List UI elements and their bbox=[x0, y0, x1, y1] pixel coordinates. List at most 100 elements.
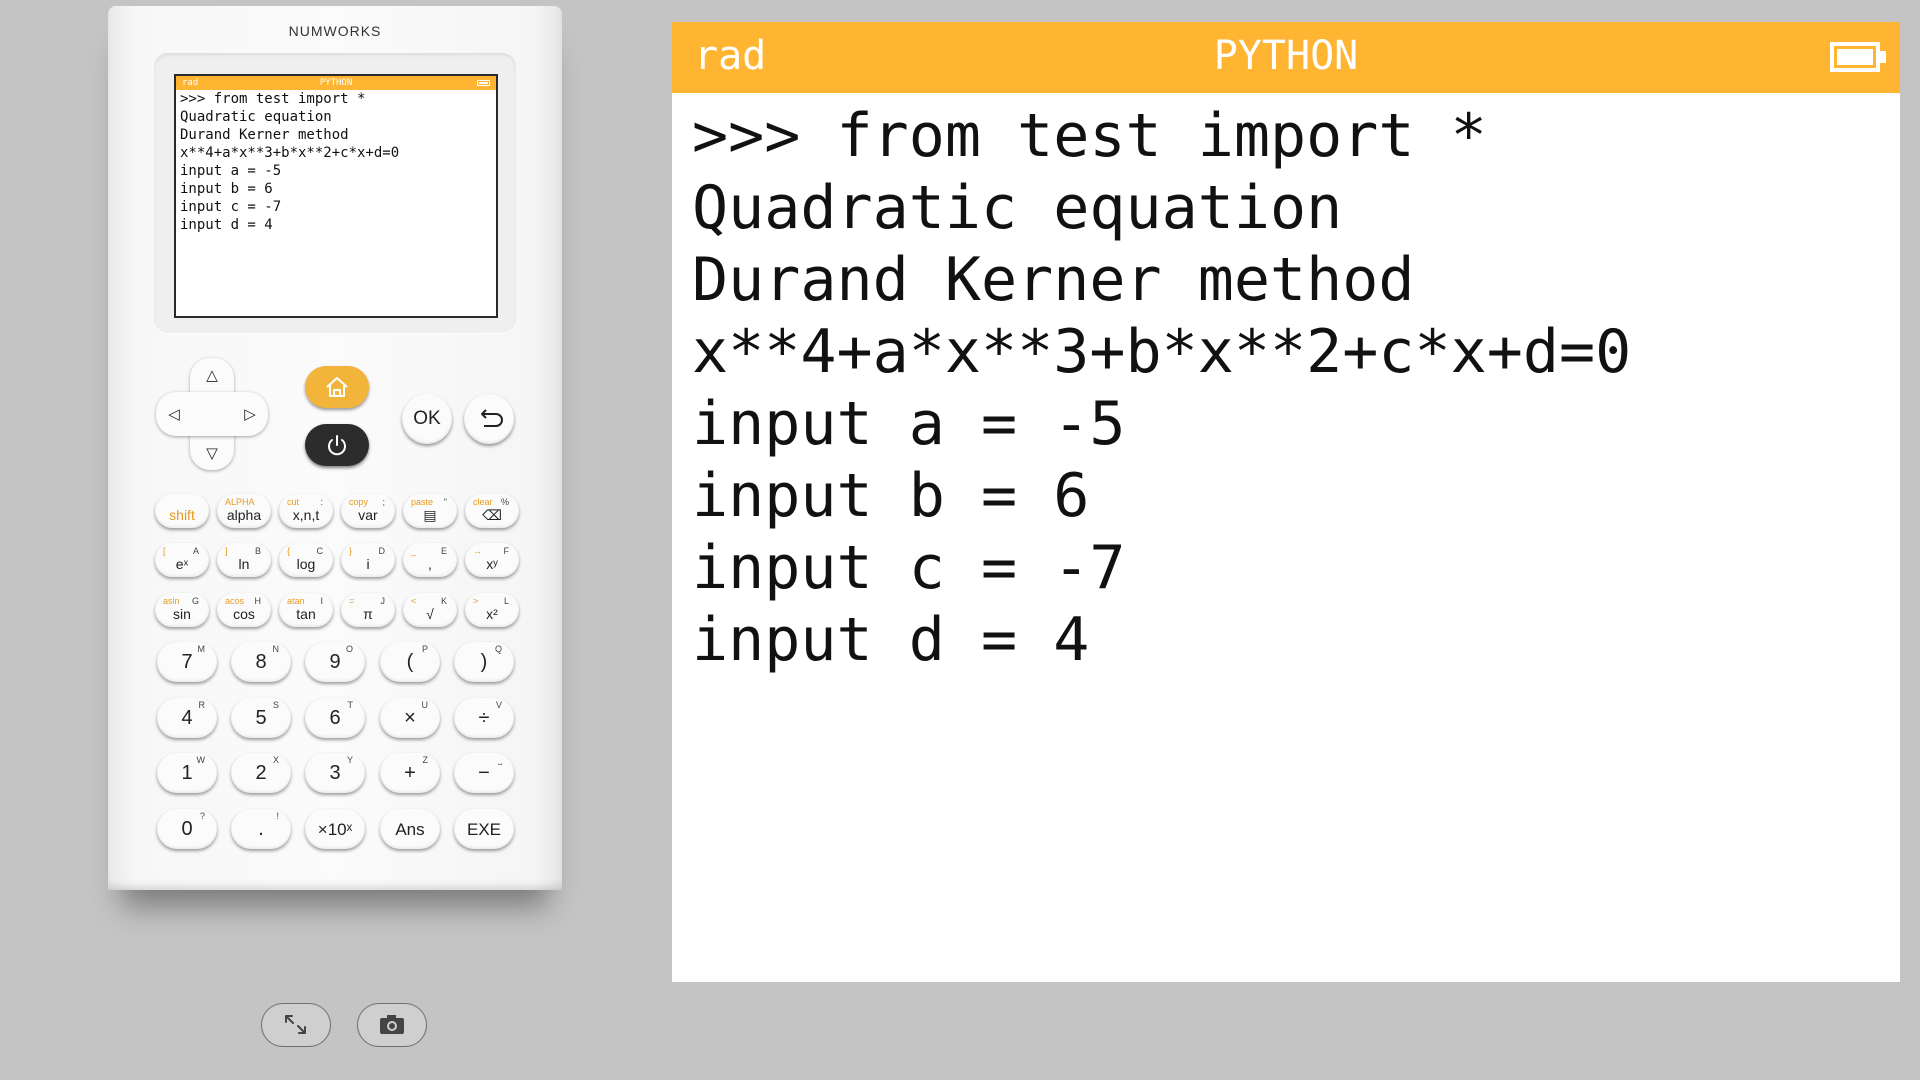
key-row3-4[interactable]: < K √ bbox=[403, 593, 457, 627]
key-alpha-label: A bbox=[192, 546, 199, 556]
key-label: 4 bbox=[181, 707, 193, 729]
key-row1-0[interactable]: shift bbox=[155, 494, 209, 528]
left-arrow-key[interactable]: ◁ bbox=[162, 402, 186, 426]
key-label: Ans bbox=[395, 820, 425, 839]
key-label: xʸ bbox=[486, 556, 498, 572]
back-button[interactable] bbox=[464, 394, 514, 444]
key-label: x,n,t bbox=[292, 507, 320, 523]
mini-app-title: PYTHON bbox=[319, 78, 353, 88]
key-row5-1[interactable]: S5 bbox=[231, 698, 291, 738]
fullscreen-button[interactable] bbox=[261, 1003, 331, 1047]
key-label: , bbox=[428, 556, 432, 572]
key-row6-3[interactable]: Z + bbox=[380, 753, 440, 793]
key-row7-4[interactable]: EXE bbox=[454, 809, 514, 849]
key-label: sin bbox=[173, 606, 191, 622]
key-secondary-label: asin bbox=[163, 596, 180, 606]
key-row4-4[interactable]: Q) bbox=[454, 642, 514, 682]
ok-button[interactable]: OK bbox=[402, 394, 452, 444]
key-label: ⌫ bbox=[482, 507, 502, 523]
key-secondary-label: ] bbox=[225, 546, 228, 556]
key-row1-2[interactable]: cut: x,n,t bbox=[279, 494, 333, 528]
key-secondary-label: _ bbox=[411, 546, 417, 556]
key-row6-2[interactable]: Y3 bbox=[305, 753, 365, 793]
key-label: var bbox=[358, 507, 378, 523]
mini-console-line: >>> from test import * bbox=[180, 91, 366, 107]
down-arrow-key[interactable]: ▽ bbox=[200, 441, 224, 465]
key-label: eˣ bbox=[175, 556, 189, 572]
key-row5-0[interactable]: R4 bbox=[157, 698, 217, 738]
expand-arrows-icon bbox=[285, 1015, 306, 1034]
key-row3-3[interactable]: = Jπ bbox=[341, 593, 395, 627]
key-secondary-label: cut bbox=[287, 497, 300, 507]
key-row2-0[interactable]: [Aeˣ bbox=[155, 543, 209, 577]
console-line: Durand Kerner method bbox=[692, 245, 1415, 315]
key-row4-2[interactable]: O9 bbox=[305, 642, 365, 682]
key-row2-2[interactable]: {Clog bbox=[279, 543, 333, 577]
key-label: EXE bbox=[466, 820, 502, 839]
key-label: × bbox=[404, 707, 416, 729]
key-alpha-label: K bbox=[440, 596, 447, 606]
key-row5-3[interactable]: U × bbox=[380, 698, 440, 738]
key-label: 6 bbox=[329, 707, 341, 729]
key-alpha-label: H bbox=[254, 596, 262, 606]
status-bar: rad PYTHON bbox=[672, 22, 1900, 93]
power-icon bbox=[328, 435, 346, 456]
key-row2-4[interactable]: _ E, bbox=[403, 543, 457, 577]
key-row3-2[interactable]: atan Itan bbox=[279, 593, 333, 627]
key-row4-0[interactable]: M7 bbox=[157, 642, 217, 682]
key-alpha-label: C bbox=[316, 546, 324, 556]
key-secondary-label: { bbox=[287, 546, 291, 556]
console-line: x**4+a*x**3+b*x**2+c*x+d=0 bbox=[692, 317, 1632, 387]
key-row7-2[interactable]: ×10ˣ bbox=[305, 809, 365, 849]
console-line: input b = 6 bbox=[692, 461, 1090, 531]
mini-console-line: x**4+a*x**3+b*x**2+c*x+d=0 bbox=[180, 145, 400, 161]
right-arrow-key[interactable]: ▷ bbox=[238, 402, 262, 426]
power-button[interactable] bbox=[305, 424, 369, 466]
key-row4-3[interactable]: P( bbox=[380, 642, 440, 682]
brand-logo: NUMWORKS bbox=[288, 23, 382, 39]
key-row5-2[interactable]: T6 bbox=[305, 698, 365, 738]
key-row2-3[interactable]: } Di bbox=[341, 543, 395, 577]
app-title: PYTHON bbox=[1213, 33, 1359, 79]
console-line: Quadratic equation bbox=[692, 173, 1343, 243]
key-row2-1[interactable]: ] Bln bbox=[217, 543, 271, 577]
key-row6-1[interactable]: X2 bbox=[231, 753, 291, 793]
key-secondary-label: } bbox=[349, 546, 353, 556]
key-row1-5[interactable]: clear% ⌫ bbox=[465, 494, 519, 528]
key-row6-4[interactable]: ⎵ − bbox=[454, 753, 514, 793]
screenshot-button[interactable] bbox=[357, 1003, 427, 1047]
key-secondary-label: ALPHA bbox=[225, 497, 255, 507]
camera-icon bbox=[380, 1015, 404, 1034]
key-row1-4[interactable]: paste " ▤ bbox=[403, 494, 457, 528]
key-secondary-label: paste bbox=[411, 497, 434, 507]
key-row6-0[interactable]: W1 bbox=[157, 753, 217, 793]
python-console[interactable]: >>> from test import * Quadratic equatio… bbox=[692, 100, 1631, 676]
key-row1-3[interactable]: copy; var bbox=[341, 494, 395, 528]
battery-icon bbox=[1830, 42, 1880, 72]
key-label: ln bbox=[238, 556, 250, 572]
calculator-display: rad PYTHON >>> from test import * Quadra… bbox=[672, 22, 1900, 982]
key-row3-5[interactable]: > Lx² bbox=[465, 593, 519, 627]
key-alpha-label: L bbox=[503, 596, 509, 606]
key-row3-1[interactable]: acos Hcos bbox=[217, 593, 271, 627]
key-alpha-label: " bbox=[443, 497, 447, 507]
key-label: i bbox=[366, 556, 370, 572]
key-label: ) bbox=[480, 651, 488, 673]
key-row2-5[interactable]: → Fxʸ bbox=[465, 543, 519, 577]
key-label: 8 bbox=[255, 651, 267, 673]
key-label: x² bbox=[486, 606, 498, 622]
up-arrow-key[interactable]: △ bbox=[200, 363, 224, 387]
key-row4-1[interactable]: N8 bbox=[231, 642, 291, 682]
key-row5-4[interactable]: V ÷ bbox=[454, 698, 514, 738]
key-row7-1[interactable]: !. bbox=[231, 809, 291, 849]
key-row1-1[interactable]: ALPHA alpha bbox=[217, 494, 271, 528]
key-alpha-label: B bbox=[254, 546, 261, 556]
key-label: 1 bbox=[181, 762, 193, 784]
key-row3-0[interactable]: asin Gsin bbox=[155, 593, 209, 627]
home-button[interactable] bbox=[305, 366, 369, 408]
key-alpha-label: ; bbox=[382, 497, 385, 507]
key-row7-3[interactable]: Ans bbox=[380, 809, 440, 849]
key-alpha-label: J bbox=[380, 596, 386, 606]
key-label: 0 bbox=[181, 818, 193, 840]
key-row7-0[interactable]: ? 0 bbox=[157, 809, 217, 849]
